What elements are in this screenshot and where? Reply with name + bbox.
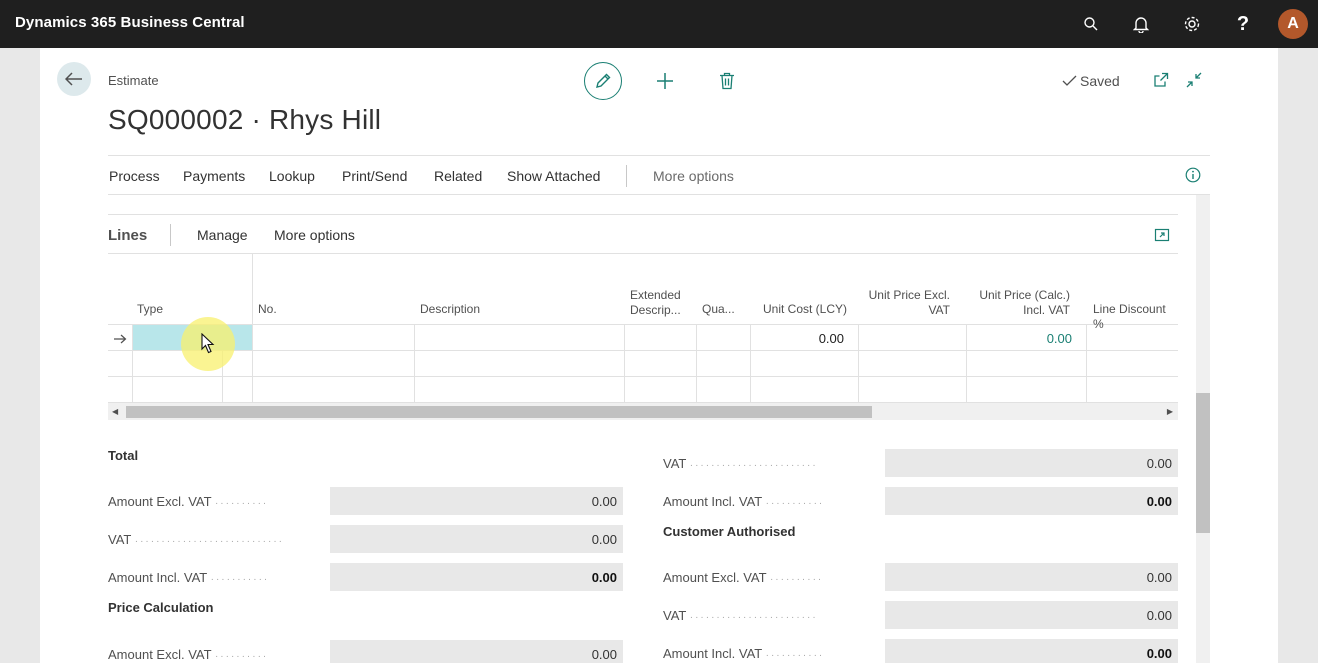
cust-vat-value[interactable]: 0.00 [885,601,1178,629]
customer-authorised-title[interactable]: Customer Authorised [663,524,795,539]
page-caption: Estimate [108,73,159,88]
cust-amount-incl-value[interactable]: 0.00 [885,639,1178,663]
col-header-description[interactable]: Description [420,302,480,317]
price-calc-amount-excl-value[interactable]: 0.00 [330,640,623,663]
cust-amount-excl-label: Amount Excl. VAT ·········· [663,570,824,585]
gear-icon[interactable] [1180,12,1204,36]
back-button[interactable] [57,62,91,96]
saved-label: Saved [1080,73,1120,89]
collapse-button[interactable] [1184,70,1204,90]
total-vat-value[interactable]: 0.00 [330,525,623,553]
cust-amount-excl-value[interactable]: 0.00 [885,563,1178,591]
grid-divider [858,324,859,402]
arrow-left-icon [65,72,82,86]
grid-divider [966,324,967,402]
lines-title[interactable]: Lines [108,227,147,244]
total-amount-excl-value[interactable]: 0.00 [330,487,623,515]
col-header-unit-price-excl-2[interactable]: VAT [866,303,950,318]
mouse-pointer-icon [201,332,215,359]
pop-out-icon [1154,72,1169,87]
cust-amount-incl-label: Amount Incl. VAT ··········· [663,646,825,661]
new-button[interactable] [653,69,677,93]
saved-status: Saved [1062,73,1120,89]
info-icon[interactable] [1185,167,1201,188]
right-vat-value[interactable]: 0.00 [885,449,1178,477]
total-amount-incl-value[interactable]: 0.00 [330,563,623,591]
app-title[interactable]: Dynamics 365 Business Central [15,14,245,31]
right-amount-incl-label: Amount Incl. VAT ··········· [663,494,825,509]
edit-button[interactable] [584,62,622,100]
vertical-scrollbar[interactable] [1196,195,1210,663]
plus-icon [657,73,673,89]
col-header-unit-price-calc-2[interactable]: Incl. VAT [972,303,1070,318]
action-more-options[interactable]: More options [653,168,734,184]
cust-vat-label: VAT ························ [663,608,818,623]
vertical-scroll-thumb[interactable] [1196,393,1210,533]
col-header-unit-cost[interactable]: Unit Cost (LCY) [763,302,847,317]
check-icon [1062,75,1077,86]
page-title: SQ000002 · Rhys Hill [108,104,382,135]
horizontal-scroll-thumb[interactable] [126,406,872,418]
col-header-extended-2[interactable]: Descrip... [630,303,681,318]
col-header-unit-price-calc[interactable]: Unit Price (Calc.) [972,288,1070,303]
action-separator [626,165,627,187]
col-header-no[interactable]: No. [258,302,277,317]
col-header-type[interactable]: Type [137,302,163,317]
trash-icon [720,72,734,90]
grid-divider [108,376,1178,377]
bell-icon[interactable] [1129,12,1153,36]
col-header-extended[interactable]: Extended [630,288,681,303]
action-payments[interactable]: Payments [183,168,245,184]
price-calculation-title[interactable]: Price Calculation [108,600,213,615]
lines-manage[interactable]: Manage [197,227,248,243]
avatar[interactable]: A [1278,9,1308,39]
horizontal-scrollbar[interactable]: ◀ ▶ [108,402,1178,420]
collapse-icon [1186,72,1202,88]
right-vat-label: VAT ························ [663,456,818,471]
search-icon[interactable] [1079,12,1103,36]
open-new-window-button[interactable] [1151,70,1171,90]
price-calc-amount-excl-label: Amount Excl. VAT ·········· [108,647,269,662]
grid-divider [1086,324,1087,402]
grid-divider [750,324,751,402]
col-header-line-discount[interactable]: Line Discount % [1093,302,1178,332]
action-bar: Process Payments Lookup Print/Send Relat… [108,155,1210,195]
total-amount-excl-label: Amount Excl. VAT ·········· [108,494,269,509]
action-lookup[interactable]: Lookup [269,168,315,184]
lines-separator [170,224,171,246]
grid-divider [414,324,415,402]
scroll-left-icon[interactable]: ◀ [112,407,118,416]
unit-cost-cell[interactable]: 0.00 [756,331,844,346]
action-print-send[interactable]: Print/Send [342,168,407,184]
total-section-title[interactable]: Total [108,448,138,463]
col-header-quantity[interactable]: Qua... [702,302,735,317]
right-amount-incl-value[interactable]: 0.00 [885,487,1178,515]
scroll-right-icon[interactable]: ▶ [1167,407,1173,416]
expand-icon[interactable] [1154,227,1170,248]
grid-divider [252,254,253,402]
total-amount-incl-label: Amount Incl. VAT ··········· [108,570,270,585]
grid-divider [108,350,1178,351]
action-process[interactable]: Process [109,168,160,184]
delete-button[interactable] [715,69,739,93]
help-icon[interactable]: ? [1231,12,1255,36]
grid-divider [696,324,697,402]
unit-price-calc-cell[interactable]: 0.00 [972,331,1072,346]
action-related[interactable]: Related [434,168,482,184]
grid-divider [108,324,1178,325]
top-bar: Dynamics 365 Business Central ? A [0,0,1318,48]
pencil-icon [596,73,611,88]
action-show-attached[interactable]: Show Attached [507,168,600,184]
grid-divider [624,324,625,402]
lines-more-options[interactable]: More options [274,227,355,243]
row-pointer-arrow-icon [113,331,127,349]
lines-toolbar: Lines Manage More options [108,214,1178,254]
lines-grid: Type No. Description Extended Descrip...… [108,254,1178,402]
col-header-unit-price-excl[interactable]: Unit Price Excl. [866,288,950,303]
total-vat-label: VAT ···························· [108,532,284,547]
